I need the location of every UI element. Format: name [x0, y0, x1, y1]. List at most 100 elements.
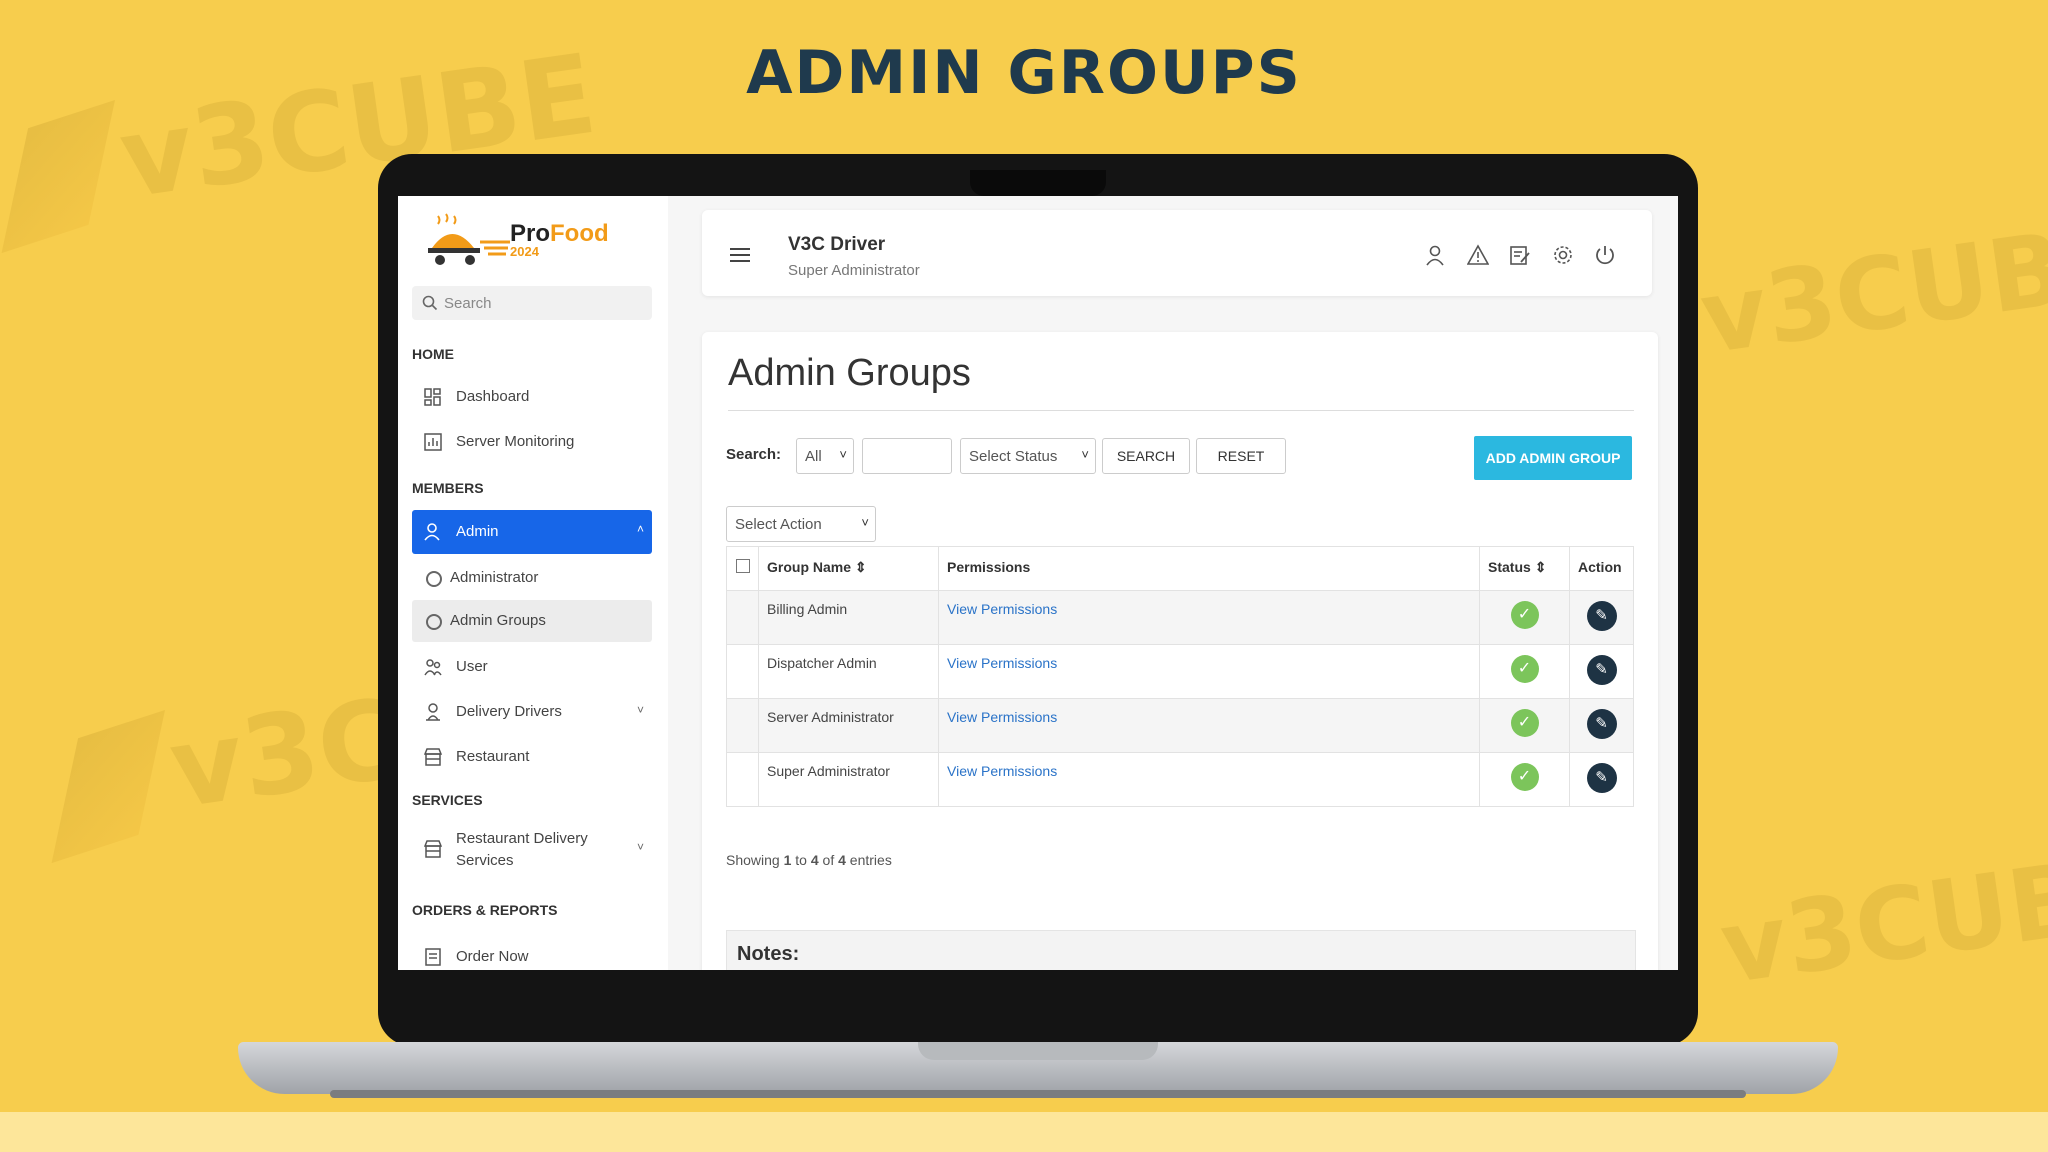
row-select-cell — [726, 644, 759, 699]
view-permissions-link[interactable]: View Permissions — [947, 709, 1057, 725]
store-icon — [424, 840, 442, 858]
check-circle-icon[interactable]: ✓ — [1510, 709, 1539, 737]
sidebar-item-order-now[interactable]: Order Now — [412, 938, 652, 970]
sidebar-item-dashboard[interactable]: Dashboard — [412, 376, 652, 418]
sidebar-item-label: Server Monitoring — [456, 433, 575, 450]
hamburger-menu-icon[interactable] — [730, 248, 750, 266]
action-cell: ✎ — [1569, 752, 1634, 807]
column-action: Action — [1569, 546, 1634, 591]
profile-icon[interactable] — [1424, 244, 1446, 266]
sidebar-item-admin-groups[interactable]: Admin Groups — [412, 600, 652, 642]
notes-panel: Notes: — [726, 930, 1636, 970]
row-select-cell — [726, 590, 759, 645]
alert-triangle-icon[interactable] — [1466, 244, 1489, 266]
group-name-cell: Super Administrator — [758, 752, 939, 807]
permissions-cell: View Permissions — [938, 644, 1480, 699]
sidebar-item-restaurant-delivery-services[interactable]: Restaurant Delivery Services ˅ — [412, 822, 652, 872]
sidebar-item-administrator[interactable]: Administrator — [412, 557, 652, 599]
table-row: Dispatcher Admin View Permissions ✓ ✎ — [726, 644, 1634, 699]
entries-info: Showing 1 to 4 of 4 entries — [726, 852, 892, 868]
section-services: SERVICES — [412, 792, 483, 808]
page-heading: ADMIN GROUPS — [746, 38, 1302, 108]
driver-icon — [426, 703, 440, 721]
sidebar-item-label: Restaurant — [456, 748, 530, 765]
chevron-down-icon: ˅ — [839, 447, 847, 462]
brand-year: 2024 — [510, 244, 539, 259]
edit-pencil-icon[interactable]: ✎ — [1586, 601, 1617, 631]
search-keyword-input[interactable] — [862, 438, 952, 474]
admin-groups-card: Admin Groups Search: All ˅ Select Status… — [702, 332, 1658, 970]
chevron-down-icon: ˅ — [636, 703, 644, 717]
title-divider — [728, 410, 1634, 411]
bulk-action-value: Select Action — [735, 516, 822, 533]
circle-icon — [426, 614, 442, 630]
sidebar-item-label: Admin — [456, 523, 499, 540]
watermark-right-top: v3CUBE — [1693, 200, 2048, 377]
sidebar-search-placeholder: Search — [444, 295, 492, 312]
gear-icon[interactable] — [1552, 244, 1574, 266]
check-circle-icon[interactable]: ✓ — [1510, 655, 1539, 683]
reset-button[interactable]: RESET — [1196, 438, 1286, 474]
notes-heading: Notes: — [737, 943, 800, 965]
column-label: Status — [1488, 559, 1531, 575]
user-role: Super Administrator — [788, 262, 920, 279]
permissions-cell: View Permissions — [938, 752, 1480, 807]
sidebar-item-delivery-drivers[interactable]: Delivery Drivers ˅ — [412, 691, 652, 733]
search-field-select[interactable]: All ˅ — [796, 438, 854, 474]
view-permissions-link[interactable]: View Permissions — [947, 655, 1057, 671]
select-all-cell — [726, 546, 759, 591]
section-home: HOME — [412, 346, 454, 362]
add-admin-group-button[interactable]: ADD ADMIN GROUP — [1474, 436, 1632, 480]
search-field-value: All — [805, 448, 822, 465]
bar-chart-icon — [424, 433, 442, 451]
select-all-checkbox[interactable] — [735, 559, 750, 573]
table-header-row: Group Name ⇕ Permissions Status ⇕ Action — [726, 546, 1634, 591]
order-icon — [425, 948, 441, 966]
section-orders-reports: ORDERS & REPORTS — [412, 902, 558, 918]
action-cell: ✎ — [1569, 644, 1634, 699]
sidebar-item-label: Admin Groups — [450, 612, 546, 629]
power-icon[interactable] — [1594, 244, 1616, 266]
chevron-down-icon: ˅ — [636, 840, 644, 854]
bulk-action-select[interactable]: Select Action ˅ — [726, 506, 876, 542]
header-actions — [1408, 244, 1616, 271]
edit-pencil-icon[interactable]: ✎ — [1586, 709, 1617, 739]
sidebar-item-restaurant[interactable]: Restaurant — [412, 736, 652, 778]
check-circle-icon[interactable]: ✓ — [1510, 601, 1539, 629]
search-icon — [422, 295, 438, 311]
column-label: Action — [1578, 559, 1622, 575]
edit-note-icon[interactable] — [1509, 244, 1531, 266]
status-cell: ✓ — [1479, 698, 1570, 753]
sidebar-item-user[interactable]: User — [412, 646, 652, 688]
view-permissions-link[interactable]: View Permissions — [947, 601, 1057, 617]
group-name-cell: Billing Admin — [758, 590, 939, 645]
view-permissions-link[interactable]: View Permissions — [947, 763, 1057, 779]
group-name-cell: Dispatcher Admin — [758, 644, 939, 699]
status-select[interactable]: Select Status ˅ — [960, 438, 1096, 474]
column-label: Group Name — [767, 559, 852, 575]
check-circle-icon[interactable]: ✓ — [1510, 763, 1539, 791]
search-label: Search: — [726, 446, 782, 463]
edit-pencil-icon[interactable]: ✎ — [1586, 655, 1617, 685]
page-title: Admin Groups — [728, 352, 971, 394]
store-icon — [424, 748, 442, 766]
chevron-up-icon: ˄ — [636, 522, 644, 536]
sort-icon: ⇕ — [854, 559, 867, 575]
sidebar-search-input[interactable]: Search — [412, 286, 652, 320]
column-permissions: Permissions — [938, 546, 1480, 591]
laptop-base-groove — [918, 1042, 1158, 1060]
group-name-cell: Server Administrator — [758, 698, 939, 753]
search-button[interactable]: SEARCH — [1102, 438, 1190, 474]
column-status[interactable]: Status ⇕ — [1479, 546, 1570, 591]
sidebar-item-server-monitoring[interactable]: Server Monitoring — [412, 421, 652, 463]
top-header: V3C Driver Super Administrator — [702, 210, 1652, 296]
column-label: Permissions — [947, 559, 1031, 575]
admin-user-icon — [424, 523, 440, 541]
sidebar-item-label: Restaurant Delivery — [456, 830, 588, 847]
table-row: Super Administrator View Permissions ✓ ✎ — [726, 752, 1634, 807]
column-group-name[interactable]: Group Name ⇕ — [758, 546, 939, 591]
users-icon — [424, 659, 442, 676]
chevron-down-icon: ˅ — [1081, 447, 1089, 462]
edit-pencil-icon[interactable]: ✎ — [1586, 763, 1617, 793]
sidebar-item-admin[interactable]: Admin ˄ — [412, 510, 652, 554]
